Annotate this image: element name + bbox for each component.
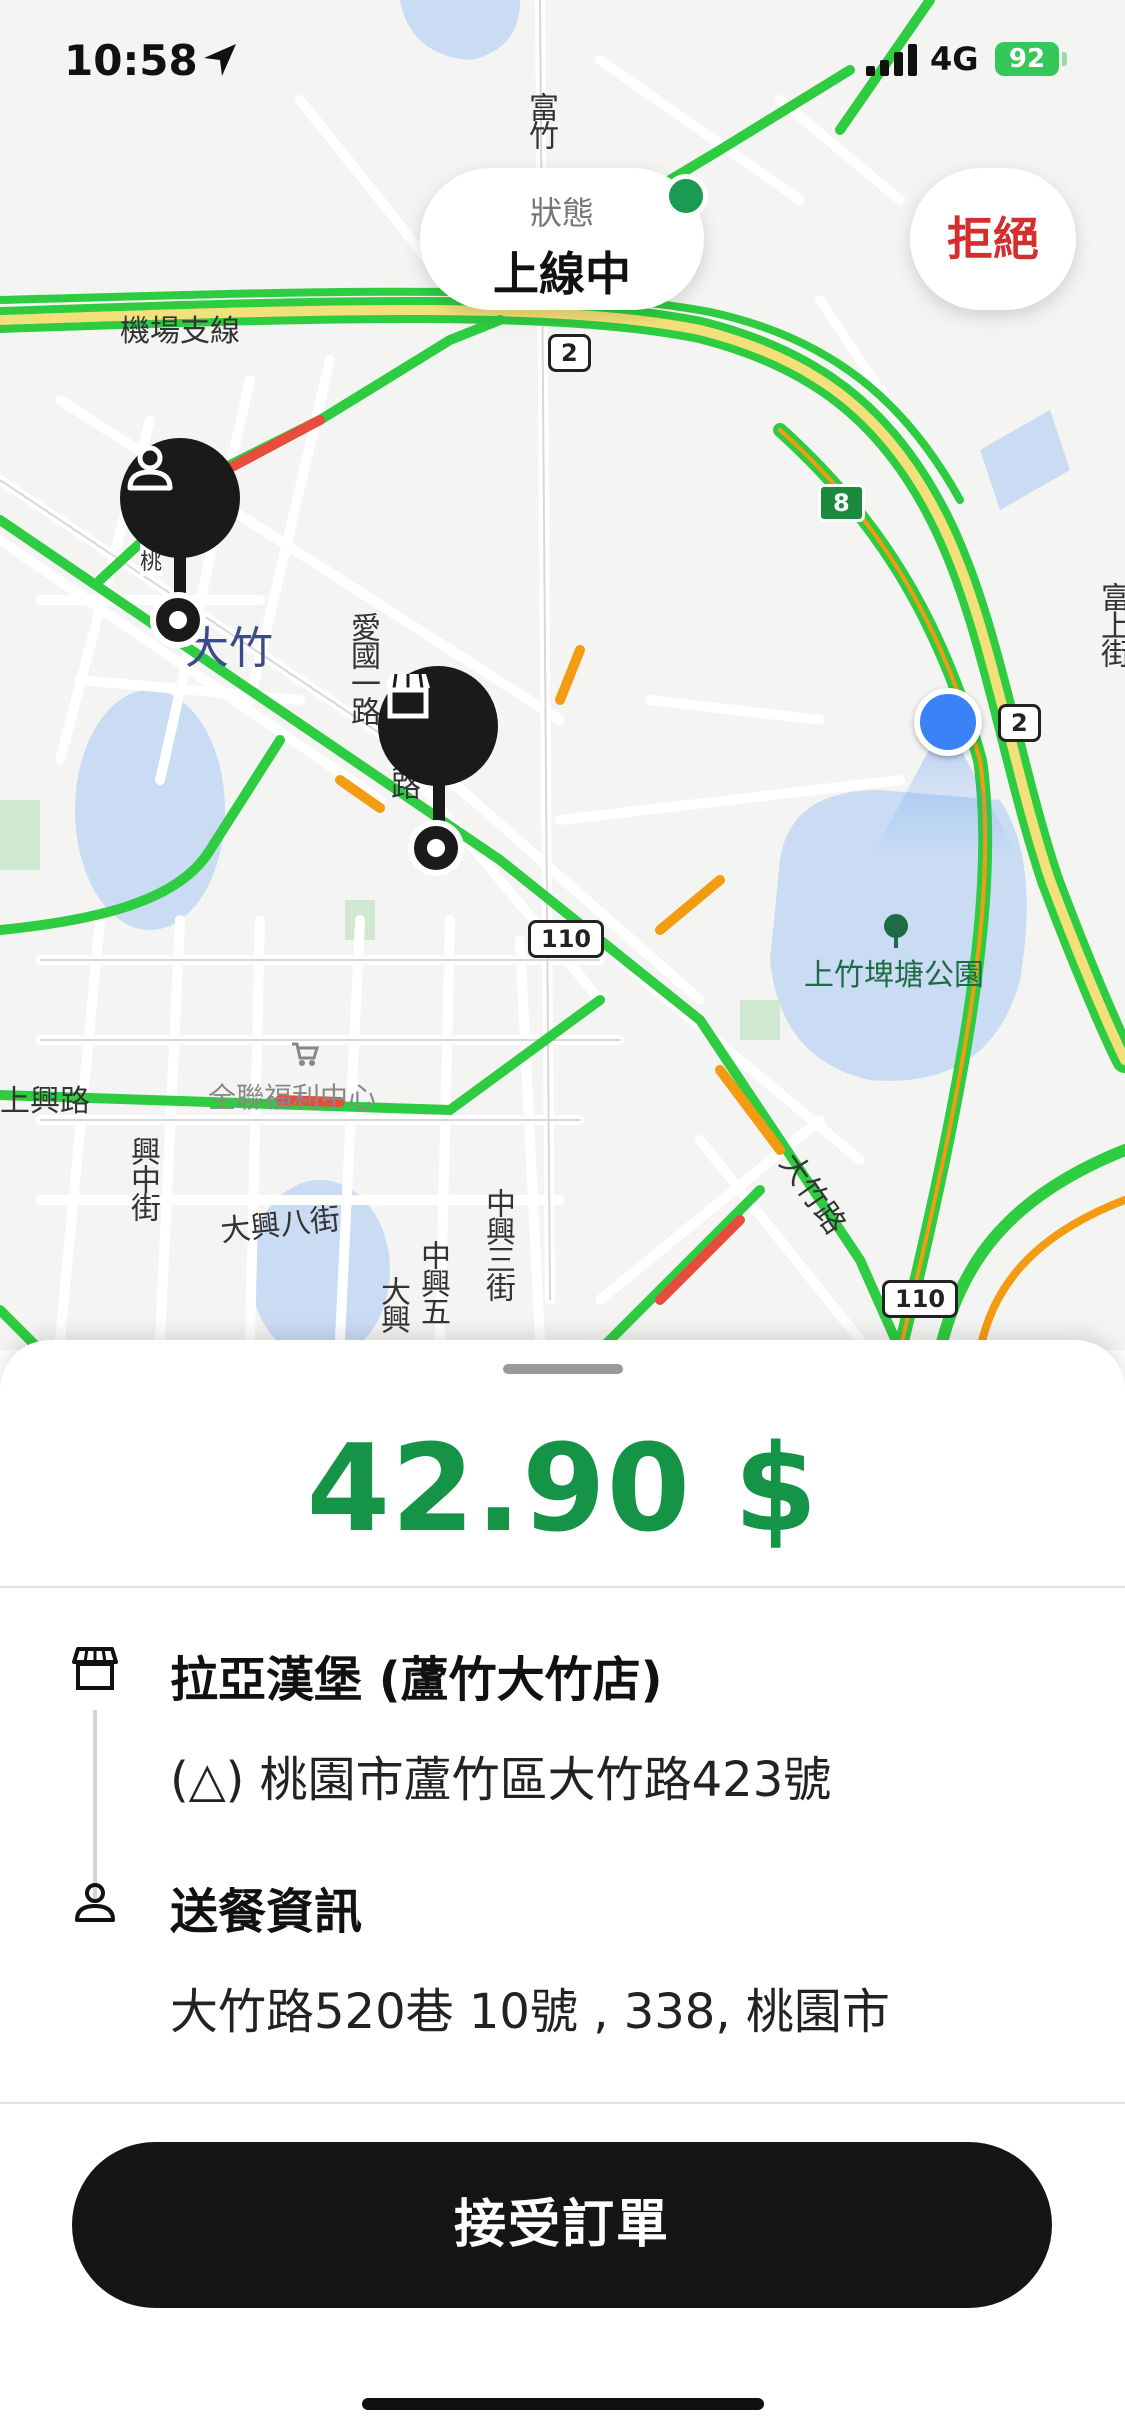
map-label-park: 上竹埤塘公園 <box>804 958 984 993</box>
order-sheet: 42.90 $ 拉亞漢堡 (蘆竹大竹店) (△) 桃園市蘆竹區大竹路423號 送… <box>0 1340 1125 2436</box>
map-label-airport-line: 機場支線 <box>120 314 240 349</box>
current-location-dot <box>914 688 982 756</box>
map-label-fuzhu-st: 富上街 <box>1095 582 1125 666</box>
map-label-market: 全聯福利中心 <box>208 1081 377 1114</box>
person-icon <box>72 1880 118 1930</box>
route-connector <box>93 1710 97 1900</box>
status-caption: 狀態 <box>529 194 594 232</box>
online-indicator-dot <box>664 174 708 218</box>
reject-button[interactable]: 拒絕 <box>910 168 1076 310</box>
online-status-toggle[interactable]: 狀態 上線中 <box>420 168 704 310</box>
store-address: (△) 桃園市蘆竹區大竹路423號 <box>170 1752 832 1808</box>
map-label-zhongxing-5th: 中興五 <box>415 1240 450 1324</box>
map-label-daxing: 大興 <box>375 1276 410 1332</box>
battery-level: 92 <box>995 42 1059 76</box>
customer-pin-base <box>150 592 206 648</box>
location-arrow-icon <box>200 40 240 84</box>
store-pin[interactable] <box>378 666 498 786</box>
route-shield-8: 8 <box>818 484 865 522</box>
order-price: 42.90 $ <box>306 1420 819 1559</box>
status-bar: 10:58 4G 92 <box>0 0 1125 120</box>
accept-order-button[interactable]: 接受訂單 <box>72 2142 1052 2308</box>
route-shield-110: 110 <box>528 920 605 958</box>
divider <box>0 2102 1125 2104</box>
divider <box>0 1586 1125 1588</box>
status-value: 上線中 <box>493 247 631 301</box>
delivery-info-title: 送餐資訊 <box>170 1884 363 1940</box>
route-shield-110-south: 110 <box>882 1280 959 1318</box>
delivery-address: 大竹路520巷 10號 , 338, 桃園市 <box>170 1984 890 2040</box>
network-type: 4G <box>930 40 979 78</box>
map-label-shangxing-rd: 上興路 <box>0 1084 90 1119</box>
route-shield-2-east: 2 <box>998 704 1041 742</box>
home-indicator[interactable] <box>362 2398 764 2410</box>
map-label-zhongxing-3rd: 中興三街 <box>480 1188 515 1300</box>
sheet-grabber[interactable] <box>503 1364 623 1374</box>
customer-pin[interactable] <box>120 438 240 558</box>
store-pin-base <box>408 820 464 876</box>
map-label-xingzhong-st: 興中街 <box>125 1136 160 1220</box>
store-name: 拉亞漢堡 (蘆竹大竹店) <box>170 1652 663 1708</box>
person-icon <box>127 445 173 491</box>
route-shield-2: 2 <box>548 334 591 372</box>
battery-icon <box>1062 52 1067 66</box>
clock: 10:58 <box>64 36 198 85</box>
store-icon <box>386 673 430 719</box>
store-icon <box>70 1646 120 1696</box>
cellular-signal-icon <box>866 44 920 80</box>
